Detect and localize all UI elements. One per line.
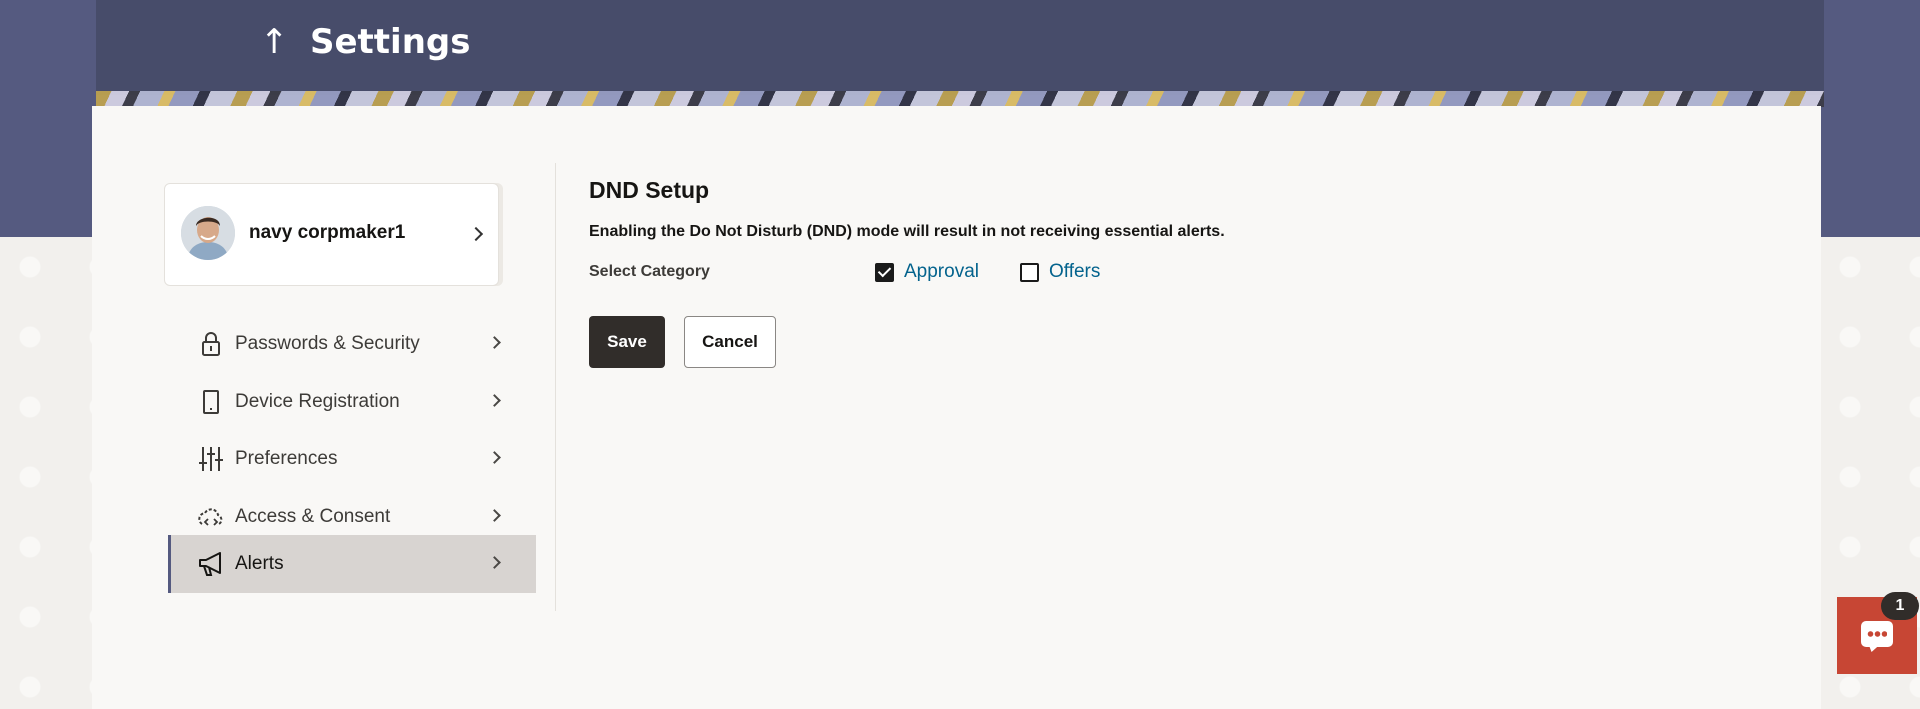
- sidebar-item-label: Preferences: [235, 448, 338, 469]
- checkbox-unchecked[interactable]: [1020, 262, 1039, 282]
- sidebar-item-passwords-security[interactable]: Passwords & Security: [168, 315, 536, 373]
- avatar: [181, 206, 235, 260]
- chat-icon: [1861, 621, 1893, 647]
- sidebar-item-label: Alerts: [235, 553, 284, 574]
- approval-checkbox[interactable]: Approval: [875, 261, 979, 283]
- select-category-label: Select Category: [589, 263, 710, 280]
- chevron-right-icon: [468, 226, 484, 242]
- page-header: ↑ Settings: [96, 0, 1824, 95]
- lock-icon: [198, 331, 224, 357]
- offers-label[interactable]: Offers: [1049, 261, 1100, 283]
- chevron-right-icon: [488, 556, 501, 569]
- offers-checkbox[interactable]: Offers: [1020, 261, 1100, 283]
- dnd-description: Enabling the Do Not Disturb (DND) mode w…: [589, 223, 1225, 240]
- save-button[interactable]: Save: [589, 316, 665, 368]
- sidebar-item-label: Access & Consent: [235, 506, 391, 527]
- content-divider: [555, 163, 556, 611]
- approval-label[interactable]: Approval: [904, 261, 979, 283]
- header-banner: [96, 91, 1824, 107]
- chevron-right-icon: [488, 394, 501, 407]
- sliders-icon: [198, 446, 224, 472]
- checkbox-checked[interactable]: [875, 262, 894, 282]
- section-title: DND Setup: [589, 177, 710, 203]
- sidebar-item-label: Device Registration: [235, 391, 400, 412]
- sidebar-item-device-registration[interactable]: Device Registration: [168, 373, 536, 431]
- sidebar-item-preferences[interactable]: Preferences: [168, 430, 536, 488]
- profile-card[interactable]: navy corpmaker1: [164, 183, 499, 286]
- chevron-right-icon: [488, 509, 501, 522]
- chevron-right-icon: [488, 451, 501, 464]
- chevron-right-icon: [488, 336, 501, 349]
- arrow-up-icon[interactable]: ↑: [260, 22, 289, 62]
- profile-name: navy corpmaker1: [249, 222, 406, 243]
- page-title: Settings: [310, 22, 471, 62]
- cancel-button[interactable]: Cancel: [684, 316, 776, 368]
- sidebar-item-label: Passwords & Security: [235, 333, 420, 354]
- cloud-code-icon: [198, 504, 224, 530]
- megaphone-icon: [198, 551, 224, 577]
- notification-badge: 1: [1881, 592, 1919, 620]
- sidebar-item-alerts[interactable]: Alerts: [168, 535, 536, 593]
- device-icon: [198, 389, 224, 415]
